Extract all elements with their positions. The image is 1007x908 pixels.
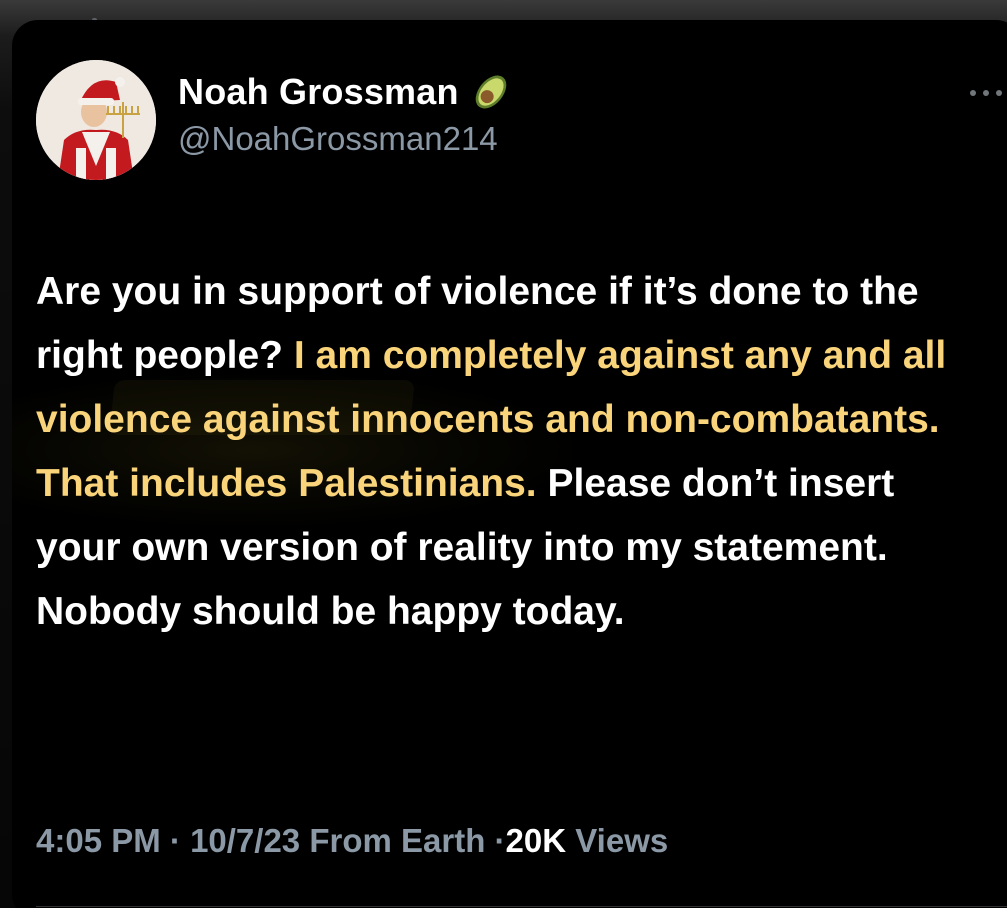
meta-separator: · (169, 822, 181, 859)
tweet-time[interactable]: 4:05 PM (36, 822, 161, 859)
more-dot (970, 90, 976, 96)
author-name-row: Noah Grossman (178, 68, 513, 116)
avatar-image (36, 60, 156, 180)
more-dot (983, 90, 989, 96)
avocado-emoji-icon (475, 75, 506, 109)
avatar[interactable] (36, 60, 156, 180)
tweet-date[interactable]: 10/7/23 (190, 822, 300, 859)
author-display-name[interactable]: Noah Grossman (178, 71, 459, 113)
meta-separator: · (494, 822, 506, 859)
author-handle[interactable]: @NoahGrossman214 (178, 120, 498, 158)
tweet-meta: 4:05 PM · 10/7/23 From Earth ·20K Views (36, 822, 668, 860)
tweet-text: Are you in support of violence if it’s d… (36, 260, 986, 644)
more-horizontal-icon[interactable] (970, 84, 1007, 102)
tweet-location: From Earth (309, 822, 486, 859)
views-label[interactable]: Views (575, 822, 668, 859)
divider (36, 906, 1007, 907)
more-dot (996, 90, 1002, 96)
views-count[interactable]: 20K (506, 822, 567, 859)
tweet-card: Noah Grossman @NoahGrossman214 Are you i… (12, 20, 1007, 908)
